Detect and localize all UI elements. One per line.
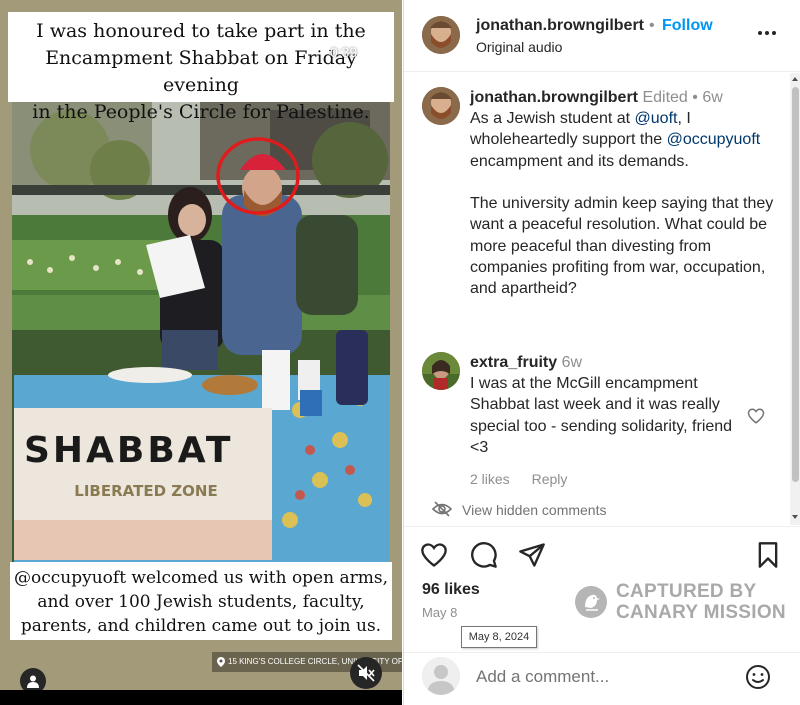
emoji-icon[interactable] [744,663,772,691]
banner-text: SHABBAT [24,430,234,471]
reply-age[interactable]: 6w [562,354,582,371]
date-tooltip: May 8, 2024 [461,626,537,648]
post-actions: 96 likes May 8 CAPTURED BY CANARY MISSIO… [404,526,800,626]
comments-area[interactable]: jonathan.browngilbert Edited • 6w As a J… [404,73,800,525]
audio-label[interactable]: Original audio [476,39,562,55]
comment-bubble-icon[interactable] [470,541,498,569]
like-heart-icon[interactable] [420,541,448,569]
reply-likes-count[interactable]: 2 likes [470,471,510,487]
caption-age[interactable]: 6w [702,89,722,106]
reply-actions: 2 likes Reply [470,471,585,487]
follow-button[interactable]: Follow [662,17,713,35]
author-username[interactable]: jonathan.browngilbert [476,17,644,35]
caption-author-avatar[interactable] [422,87,460,125]
caption-text: As a Jewish student at @uoft, I wholehea… [470,108,780,300]
watermark-text: CAPTURED BY CANARY MISSION [616,581,786,623]
watermark-line1: CAPTURED BY [616,581,757,602]
canary-bird-logo-icon [575,586,607,618]
post-panel: jonathan.browngilbert • Follow Original … [403,0,800,705]
caption-edited: Edited [642,89,688,106]
reply-username[interactable]: extra_fruity [470,354,557,371]
like-comment-heart-icon[interactable] [747,407,765,425]
banner-subtext: LIBERATED ZONE [74,482,218,500]
share-send-icon[interactable] [518,541,546,569]
video-bottom-bar [0,690,402,705]
scroll-down-arrow-icon[interactable] [791,513,799,521]
mute-icon [357,664,375,682]
caption-username[interactable]: jonathan.browngilbert [470,89,638,106]
reply-author-avatar[interactable] [422,352,460,390]
video-bottom-caption: @occupyuoft welcomed us with open arms, … [10,562,392,640]
viewer-avatar [422,657,460,695]
reply-link[interactable]: Reply [532,471,568,487]
reply-comment: extra_fruity 6w I was at the McGill enca… [470,352,750,458]
view-hidden-comments-label: View hidden comments [462,502,607,518]
location-pin-icon [217,657,225,667]
user-icon [27,675,39,688]
caption-dot: • [692,89,698,106]
save-bookmark-icon[interactable] [754,541,782,569]
reply-text: I was at the McGill encampment Shabbat l… [470,375,733,456]
mention-occupyuoft[interactable]: @occupyuoft [667,131,761,148]
add-comment-bar [404,652,800,705]
hidden-eye-icon [432,501,452,517]
canary-mission-watermark: CAPTURED BY CANARY MISSION [574,579,794,623]
mute-button[interactable] [350,657,382,689]
scroll-up-arrow-icon[interactable] [791,75,799,83]
more-options-icon[interactable] [756,22,778,44]
video-timer: 0:39 [330,44,358,60]
header-separator: • [649,17,655,34]
caption-text-part: As a Jewish student at [470,110,635,127]
watermark-line2: CANARY MISSION [616,602,786,623]
caption-text-part: encampment and its demands. The universi… [470,152,774,298]
scrollbar-thumb[interactable] [792,87,799,482]
likes-count[interactable]: 96 likes [422,581,480,599]
author-avatar[interactable] [422,16,460,54]
mention-uoft[interactable]: @uoft [635,110,678,127]
reel-video[interactable]: I was honoured to take part in the Encam… [0,0,402,705]
post-header: jonathan.browngilbert • Follow Original … [404,0,800,72]
add-comment-input[interactable] [476,665,736,689]
post-date[interactable]: May 8 [422,605,457,620]
caption-comment: jonathan.browngilbert Edited • 6w As a J… [470,87,780,300]
